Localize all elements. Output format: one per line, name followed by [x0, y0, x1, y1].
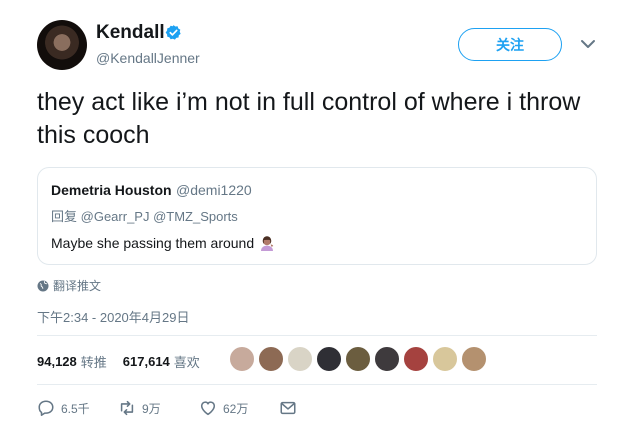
retweet-count: 9万 [142, 401, 161, 416]
like-icon [200, 401, 216, 416]
reply-icon [38, 400, 54, 416]
divider-bottom [37, 384, 597, 385]
reply-action[interactable]: 6.5千 [37, 398, 90, 418]
divider-top [37, 335, 597, 336]
follow-button[interactable]: 关注 [458, 28, 562, 61]
chevron-down-icon[interactable] [580, 38, 596, 50]
woman-tipping-hand-emoji [261, 236, 274, 251]
globe-icon [37, 280, 49, 291]
liker-avatar[interactable] [229, 346, 255, 372]
liker-avatar[interactable] [287, 346, 313, 372]
reply-prefix: 回复 [51, 209, 78, 224]
retweet-action[interactable]: 9万 [118, 398, 161, 418]
author-avatar[interactable] [37, 20, 87, 70]
translate-label: 翻译推文 [53, 279, 102, 293]
like-action[interactable]: 62万 [199, 398, 248, 418]
quoted-tweet-text: Maybe she passing them around [51, 235, 275, 251]
verified-badge-icon [165, 25, 181, 40]
author-name[interactable]: Kendall [96, 22, 165, 44]
likes-count[interactable]: 617,614 [123, 354, 170, 369]
likes-label[interactable]: 喜欢 [174, 352, 200, 371]
liker-avatar[interactable] [461, 346, 487, 372]
liker-avatar[interactable] [432, 346, 458, 372]
tweet-text: they act like i’m not in full control of… [37, 88, 581, 149]
tweet-timestamp[interactable]: 下午2:34 - 2020年4月29日 [37, 307, 189, 326]
liker-avatar[interactable] [316, 346, 342, 372]
engagement-stats: 94,128 转推 617,614 喜欢 [37, 352, 200, 371]
retweets-label[interactable]: 转推 [81, 352, 107, 371]
reply-mentions[interactable]: @Gearr_PJ @TMZ_Sports [81, 209, 238, 224]
retweets-count[interactable]: 94,128 [37, 354, 77, 369]
translate-tweet-link[interactable]: 翻译推文 [37, 277, 101, 294]
liker-avatar[interactable] [345, 346, 371, 372]
reply-count: 6.5千 [61, 401, 90, 416]
quoted-reply-context: 回复 @Gearr_PJ @TMZ_Sports [51, 206, 238, 225]
quoted-author-name: Demetria Houston [51, 182, 172, 198]
author-handle[interactable]: @KendallJenner [96, 50, 200, 66]
message-action[interactable] [279, 398, 297, 418]
liker-avatar[interactable] [403, 346, 429, 372]
like-count: 62万 [223, 401, 249, 416]
liker-avatar[interactable] [258, 346, 284, 372]
liker-avatar[interactable] [374, 346, 400, 372]
message-icon [280, 401, 296, 415]
retweet-icon [120, 400, 134, 416]
quoted-author-handle: @demi1220 [176, 182, 252, 198]
quoted-text: Maybe she passing them around [51, 235, 255, 251]
